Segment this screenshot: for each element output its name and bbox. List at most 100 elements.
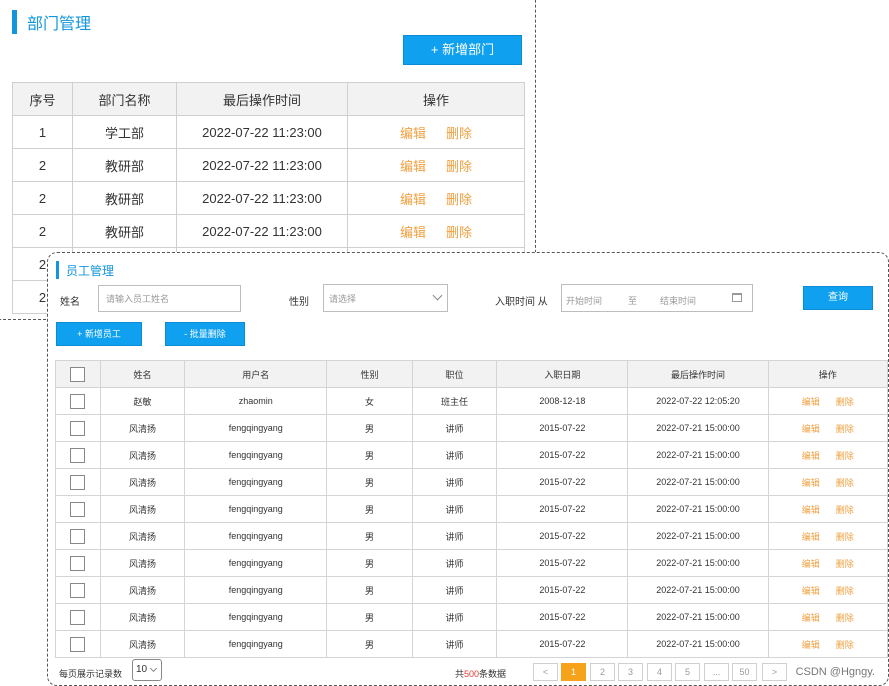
prev-page-button[interactable]: < <box>533 663 558 681</box>
emp-title-text: 员工管理 <box>66 263 115 278</box>
row-checkbox[interactable] <box>70 474 86 490</box>
col-header: 最后操作时间 <box>176 82 348 116</box>
delete-link[interactable]: 删除 <box>836 586 854 596</box>
employee-row: 赵敏 zhaomin 女班主任 2008-12-18 2022-07-22 12:05:… <box>55 387 889 415</box>
edit-link[interactable]: 编辑 <box>400 126 426 141</box>
emp-entry-date: 2015-07-22 <box>496 495 629 523</box>
dept-time: 2022-07-22 11:23:00 <box>176 214 348 248</box>
row-checkbox[interactable] <box>70 636 86 652</box>
row-select-cell <box>55 576 101 604</box>
add-employee-button[interactable]: + 新增员工 <box>56 322 142 346</box>
batch-delete-button[interactable]: - 批量删除 <box>165 322 245 346</box>
delete-link[interactable]: 删除 <box>836 532 854 542</box>
next-page-button[interactable]: > <box>762 663 787 681</box>
calendar-icon <box>732 293 742 302</box>
date-start-placeholder: 开始时间 <box>566 296 603 306</box>
col-header: 性别 <box>326 360 413 388</box>
delete-link[interactable]: 删除 <box>836 451 854 461</box>
edit-link[interactable]: 编辑 <box>802 397 820 407</box>
row-checkbox[interactable] <box>70 528 86 544</box>
emp-username: fengqingyang <box>184 522 328 550</box>
delete-link[interactable]: 删除 <box>446 225 472 240</box>
emp-entry-date: 2015-07-22 <box>496 522 629 550</box>
row-checkbox[interactable] <box>70 447 86 463</box>
edit-link[interactable]: 编辑 <box>802 559 820 569</box>
delete-link[interactable]: 删除 <box>446 126 472 141</box>
dept-no: 1 <box>12 115 73 149</box>
edit-link[interactable]: 编辑 <box>802 640 820 650</box>
page-button[interactable]: 5 <box>675 663 700 681</box>
dept-ops: 编辑 删除 <box>347 115 525 149</box>
add-dept-button[interactable]: + 新增部门 <box>403 35 522 65</box>
query-button[interactable]: 查询 <box>803 286 873 310</box>
page-button[interactable]: 1 <box>561 663 586 681</box>
total-suffix: 条数据 <box>479 669 507 679</box>
dept-ops: 编辑 删除 <box>347 214 525 248</box>
emp-gender: 男 <box>326 576 413 604</box>
delete-link[interactable]: 删除 <box>446 159 472 174</box>
delete-link[interactable]: 删除 <box>836 397 854 407</box>
row-checkbox[interactable] <box>70 420 86 436</box>
employee-row: 风清扬 fengqingyang 男讲师 2015-07-22 2022-07-21 1… <box>55 576 889 604</box>
emp-gender: 男 <box>326 468 413 496</box>
col-header: 最后操作时间 <box>627 360 769 388</box>
emp-last-op-time: 2022-07-21 15:00:00 <box>627 495 769 523</box>
delete-link[interactable]: 删除 <box>446 192 472 207</box>
edit-link[interactable]: 编辑 <box>802 586 820 596</box>
row-checkbox[interactable] <box>70 582 86 598</box>
edit-link[interactable]: 编辑 <box>802 532 820 542</box>
delete-link[interactable]: 删除 <box>836 505 854 515</box>
dept-name: 学工部 <box>72 115 177 149</box>
edit-link[interactable]: 编辑 <box>400 192 426 207</box>
edit-link[interactable]: 编辑 <box>802 424 820 434</box>
per-page-label: 每页展示记录数 <box>59 669 123 679</box>
row-checkbox[interactable] <box>70 609 86 625</box>
emp-last-op-time: 2022-07-21 15:00:00 <box>627 603 769 631</box>
emp-panel: 员工管理 姓名 请输入员工姓名 性别 请选择 入职时间 从 开始时间 至 结束时… <box>47 252 889 686</box>
emp-gender: 女 <box>326 387 413 415</box>
edit-link[interactable]: 编辑 <box>400 225 426 240</box>
employee-table: 姓名 用户名 性别 职位 入职日期 最后操作时间 操作 赵敏 zhaomin 女班主… <box>55 360 889 658</box>
emp-gender: 男 <box>326 630 413 658</box>
edit-link[interactable]: 编辑 <box>802 613 820 623</box>
emp-ops: 编辑 删除 <box>767 630 889 658</box>
dept-time: 2022-07-22 11:23:00 <box>176 148 348 182</box>
dept-name: 教研部 <box>72 214 177 248</box>
select-all-checkbox[interactable] <box>70 366 86 382</box>
edit-link[interactable]: 编辑 <box>802 505 820 515</box>
dept-name: 教研部 <box>72 148 177 182</box>
emp-entry-date: 2015-07-22 <box>496 414 629 442</box>
total-prefix: 共 <box>455 669 465 679</box>
delete-link[interactable]: 删除 <box>836 640 854 650</box>
row-checkbox[interactable] <box>70 393 86 409</box>
dept-no: 2 <box>12 181 73 215</box>
per-page-select[interactable]: 10 <box>132 659 162 681</box>
emp-username: fengqingyang <box>184 414 328 442</box>
row-checkbox[interactable] <box>70 555 86 571</box>
emp-name: 风清扬 <box>99 549 186 577</box>
page-button[interactable]: 3 <box>618 663 643 681</box>
employee-row: 风清扬 fengqingyang 男讲师 2015-07-22 2022-07-21 1… <box>55 468 889 496</box>
edit-link[interactable]: 编辑 <box>802 451 820 461</box>
page-button[interactable]: 50 <box>732 663 757 681</box>
entry-date-range-picker[interactable]: 开始时间 至 结束时间 <box>561 284 753 312</box>
delete-link[interactable]: 删除 <box>836 559 854 569</box>
emp-position: 讲师 <box>411 576 498 604</box>
row-checkbox[interactable] <box>70 501 86 517</box>
emp-last-op-time: 2022-07-21 15:00:00 <box>627 549 769 577</box>
delete-link[interactable]: 删除 <box>836 613 854 623</box>
edit-link[interactable]: 编辑 <box>400 159 426 174</box>
page-button[interactable]: 4 <box>647 663 672 681</box>
gender-select[interactable]: 请选择 <box>323 284 448 312</box>
edit-link[interactable]: 编辑 <box>802 478 820 488</box>
delete-link[interactable]: 删除 <box>836 424 854 434</box>
name-search-input[interactable]: 请输入员工姓名 <box>98 285 241 312</box>
title-accent-bar <box>56 261 59 279</box>
emp-entry-date: 2015-07-22 <box>496 630 629 658</box>
row-select-cell <box>55 441 101 469</box>
emp-ops: 编辑 删除 <box>767 387 889 415</box>
emp-username: zhaomin <box>184 387 328 415</box>
delete-link[interactable]: 删除 <box>836 478 854 488</box>
col-header: 姓名 <box>99 360 186 388</box>
page-button[interactable]: 2 <box>590 663 615 681</box>
